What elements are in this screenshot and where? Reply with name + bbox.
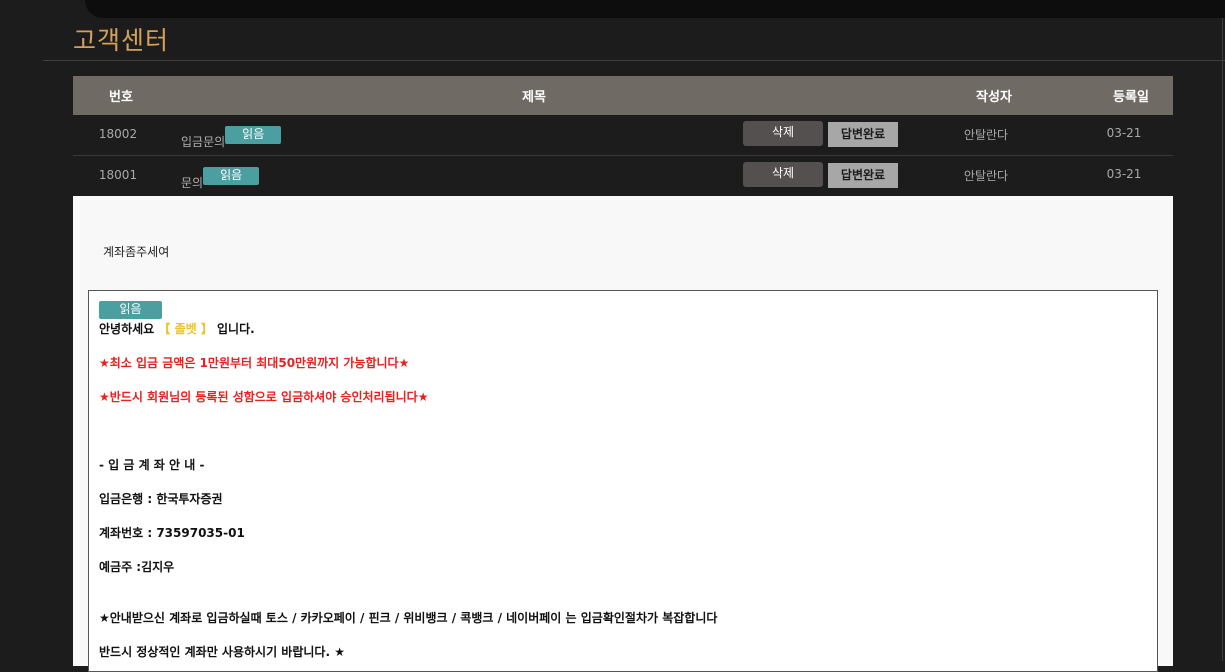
row-subject[interactable]: 문의읽음 xyxy=(181,167,260,191)
header-title: 제목 xyxy=(522,90,546,105)
question-text: 계좌좀주세여 xyxy=(103,245,170,259)
answer-box: 읽음 안녕하세요 【 졸벳 】 입니다. ★최소 입금 금액은 1만원부터 최대… xyxy=(88,290,1158,672)
greeting-suffix: 입니다. xyxy=(212,322,255,336)
read-badge: 읽음 xyxy=(203,167,260,185)
row-subject-text[interactable]: 문의 xyxy=(181,176,203,190)
row-date: 03-21 xyxy=(1106,126,1142,140)
title-divider xyxy=(43,60,1225,61)
row-date: 03-21 xyxy=(1106,167,1142,181)
answer-line-account-number: 계좌번호 : 73597035-01 xyxy=(99,526,245,540)
table-header: 번호 제목 작성자 등록일 xyxy=(73,76,1173,115)
inquiry-board: 번호 제목 작성자 등록일 18002 입금문의읽음 삭제 답변완료 안탈란다 … xyxy=(73,76,1173,197)
read-badge: 읽음 xyxy=(99,301,162,319)
page-title: 고객센터 xyxy=(73,26,170,55)
row-num: 18001 xyxy=(98,168,138,182)
answer-line-bank: 입금은행 : 한국투자증권 xyxy=(99,492,223,506)
answer-line-name-warning: ★반드시 회원님의 등록된 성함으로 입금하셔야 승인처리됩니다★ xyxy=(99,390,429,404)
table-row[interactable]: 18001 문의읽음 삭제 답변완료 안탈란다 03-21 xyxy=(73,156,1173,197)
answer-line-holder: 예금주 :김지우 xyxy=(99,560,175,574)
header-date: 등록일 xyxy=(1113,90,1149,105)
answer-line-account-heading: - 입 금 계 좌 안 내 - xyxy=(99,458,205,472)
table-row[interactable]: 18002 입금문의읽음 삭제 답변완료 안탈란다 03-21 xyxy=(73,115,1173,156)
row-num: 18002 xyxy=(98,127,138,141)
answer-line-payment-notice: ★안내받으신 계좌로 입금하실때 토스 / 카카오페이 / 핀크 / 위비뱅크 … xyxy=(99,611,718,625)
delete-button[interactable]: 삭제 xyxy=(743,121,823,146)
right-divider xyxy=(1222,18,1223,661)
greeting-brand: 【 졸벳 】 xyxy=(158,322,213,336)
row-subject-text[interactable]: 입금문의 xyxy=(181,135,225,149)
top-bar xyxy=(85,0,1225,18)
inquiry-detail: 계좌좀주세여 읽음 안녕하세요 【 졸벳 】 입니다. ★최소 입금 금액은 1… xyxy=(73,196,1173,672)
answer-greeting: 안녕하세요 【 졸벳 】 입니다. xyxy=(99,320,255,337)
read-badge: 읽음 xyxy=(225,126,282,144)
answer-complete-badge: 답변완료 xyxy=(828,122,898,147)
delete-button[interactable]: 삭제 xyxy=(743,162,823,187)
answer-line-min-deposit: ★최소 입금 금액은 1만원부터 최대50만원까지 가능합니다★ xyxy=(99,356,410,370)
greeting-prefix: 안녕하세요 xyxy=(99,322,159,336)
row-writer: 안탈란다 xyxy=(963,169,1009,183)
row-subject[interactable]: 입금문의읽음 xyxy=(181,126,282,150)
answer-complete-badge: 답변완료 xyxy=(828,163,898,188)
row-writer: 안탈란다 xyxy=(963,128,1009,142)
header-writer: 작성자 xyxy=(976,90,1012,105)
answer-line-final-notice: 반드시 정상적인 계좌만 사용하시기 바랍니다. ★ xyxy=(99,645,345,659)
header-num: 번호 xyxy=(109,90,133,105)
